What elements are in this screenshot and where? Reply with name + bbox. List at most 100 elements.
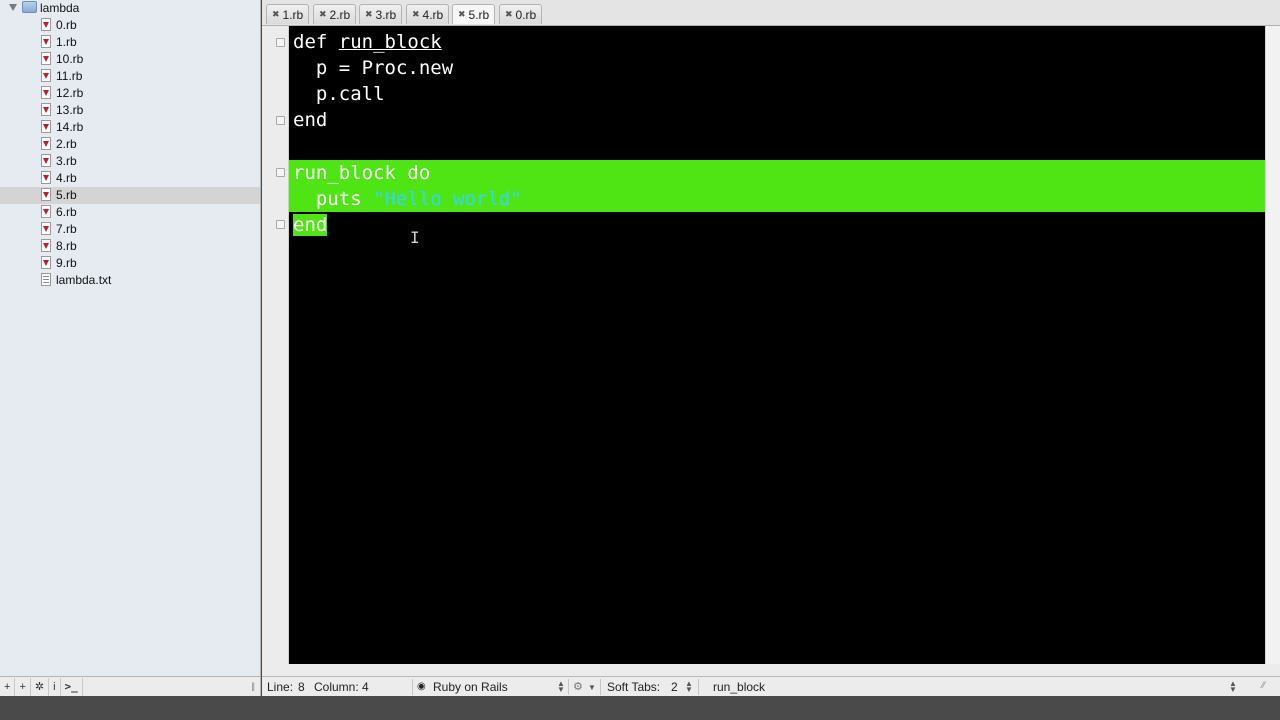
file-label: 13.rb: [56, 103, 84, 117]
file-label: 9.rb: [56, 256, 77, 270]
file-label: 6.rb: [56, 205, 77, 219]
code-line-4: end: [293, 109, 328, 131]
fold-close-icon[interactable]: [276, 220, 285, 229]
file-label: 2.rb: [56, 137, 77, 151]
tab-label: 3.rb: [375, 7, 397, 22]
file-row[interactable]: 11.rb: [0, 68, 260, 85]
close-icon[interactable]: ✖: [319, 9, 327, 20]
actions-menu-button[interactable]: ✲: [31, 677, 50, 696]
file-row-selected[interactable]: 5.rb: [0, 187, 260, 204]
vertical-scrollbar[interactable]: [1265, 26, 1280, 664]
file-label: 8.rb: [56, 239, 77, 253]
ruby-file-icon: [41, 86, 51, 99]
tab-1rb[interactable]: ✖ 1.rb: [266, 4, 310, 24]
fold-close-icon[interactable]: [276, 116, 285, 125]
soft-tabs-value[interactable]: 2: [671, 680, 678, 694]
ruby-file-icon: [41, 18, 51, 31]
line-value: 8: [298, 680, 305, 694]
window-bottom-edge: [0, 696, 1280, 720]
file-label: 5.rb: [56, 188, 77, 202]
ruby-file-icon: [41, 52, 51, 65]
fold-open-icon[interactable]: [276, 168, 285, 177]
fold-open-icon[interactable]: [276, 38, 285, 47]
code-line-7: puts "Hello world": [293, 186, 522, 212]
file-row[interactable]: 12.rb: [0, 85, 260, 102]
close-icon[interactable]: ✖: [505, 9, 513, 20]
file-row[interactable]: 3.rb: [0, 153, 260, 170]
method-puts: puts: [293, 188, 362, 210]
method-name: run_block: [338, 31, 442, 53]
file-label: 4.rb: [56, 171, 77, 185]
terminal-icon: >_: [64, 680, 78, 693]
code-editor[interactable]: def run_block p = Proc.new p.call end ru…: [289, 26, 1265, 664]
file-row[interactable]: 13.rb: [0, 102, 260, 119]
file-label: 1.rb: [56, 35, 77, 49]
folder-row-lambda[interactable]: lambda: [0, 0, 260, 17]
language-popup[interactable]: Ruby on Rails: [433, 680, 508, 694]
code-line-8: end: [293, 212, 328, 238]
tab-5rb[interactable]: ✖ 5.rb: [452, 4, 496, 24]
ruby-file-icon: [41, 69, 51, 82]
ruby-file-icon: [41, 222, 51, 235]
popup-arrows-icon: ▲ ▼: [685, 679, 693, 694]
symbol-popup[interactable]: run_block: [713, 680, 765, 694]
file-row[interactable]: 1.rb: [0, 34, 260, 51]
tab-0rb[interactable]: ✖ 0.rb: [499, 4, 543, 24]
ruby-file-icon: [41, 154, 51, 167]
settings-gear-icon[interactable]: ⚙: [573, 680, 583, 693]
close-icon[interactable]: ✖: [365, 9, 373, 20]
method-call: run_block: [293, 162, 396, 184]
file-row[interactable]: 14.rb: [0, 119, 260, 136]
file-row[interactable]: 9.rb: [0, 255, 260, 272]
keyword-do: do: [407, 162, 431, 184]
sidebar-toolbar: + + ✲ i >_ ||: [0, 676, 261, 696]
line-label: Line:: [267, 680, 294, 694]
resize-grip-icon[interactable]: ⁄⁄: [1262, 680, 1265, 690]
file-row[interactable]: 10.rb: [0, 51, 260, 68]
ruby-file-icon: [41, 120, 51, 133]
info-button[interactable]: i: [49, 677, 61, 696]
file-row[interactable]: 8.rb: [0, 238, 260, 255]
tab-label: 2.rb: [329, 7, 351, 22]
ruby-file-icon: [41, 35, 51, 48]
file-row[interactable]: 4.rb: [0, 170, 260, 187]
tab-label: 5.rb: [468, 7, 490, 22]
tab-3rb[interactable]: ✖ 3.rb: [359, 4, 403, 24]
code-line-1: def run_block: [293, 29, 442, 55]
file-row[interactable]: 0.rb: [0, 17, 260, 34]
ruby-file-icon: [41, 171, 51, 184]
close-icon[interactable]: ✖: [272, 9, 280, 20]
file-row[interactable]: 2.rb: [0, 136, 260, 153]
file-browser-sidebar: lambda 0.rb 1.rb 10.rb 11.rb 12.rb 13.rb…: [0, 0, 261, 676]
text-cursor-icon: I: [410, 228, 420, 247]
tab-4rb[interactable]: ✖ 4.rb: [406, 4, 450, 24]
file-label: 14.rb: [56, 120, 84, 134]
selection-highlight: [289, 160, 1265, 186]
ruby-file-icon: [41, 256, 51, 269]
soft-tabs-label[interactable]: Soft Tabs:: [607, 680, 660, 694]
language-icon: ◉: [417, 681, 426, 692]
keyword-def: def: [293, 31, 328, 53]
resize-grip-icon[interactable]: ||: [251, 681, 255, 691]
file-row[interactable]: 7.rb: [0, 221, 260, 238]
new-folder-button[interactable]: +: [15, 677, 31, 696]
disclosure-triangle-icon[interactable]: [9, 4, 17, 11]
new-file-icon: +: [4, 680, 11, 693]
terminal-button[interactable]: >_: [61, 677, 83, 696]
code-line-6: run_block do: [293, 160, 431, 186]
file-label: 7.rb: [56, 222, 77, 236]
chevron-down-icon[interactable]: ▼: [588, 683, 596, 692]
new-file-button[interactable]: +: [0, 677, 16, 696]
popup-arrows-icon: ▲ ▼: [1229, 679, 1237, 694]
file-row[interactable]: 6.rb: [0, 204, 260, 221]
close-icon[interactable]: ✖: [458, 9, 466, 20]
file-row[interactable]: lambda.txt: [0, 272, 260, 289]
keyword-end: end: [293, 214, 328, 236]
close-icon[interactable]: ✖: [412, 9, 420, 20]
tab-bar: ✖ 1.rb ✖ 2.rb ✖ 3.rb ✖ 4.rb ✖ 5.rb ✖ 0.rb: [262, 0, 1280, 26]
code-line-2: p = Proc.new: [293, 57, 454, 79]
tab-2rb[interactable]: ✖ 2.rb: [313, 4, 357, 24]
editor-bottom-margin: [262, 664, 1280, 676]
file-label: lambda.txt: [56, 273, 112, 287]
ruby-file-icon: [41, 205, 51, 218]
